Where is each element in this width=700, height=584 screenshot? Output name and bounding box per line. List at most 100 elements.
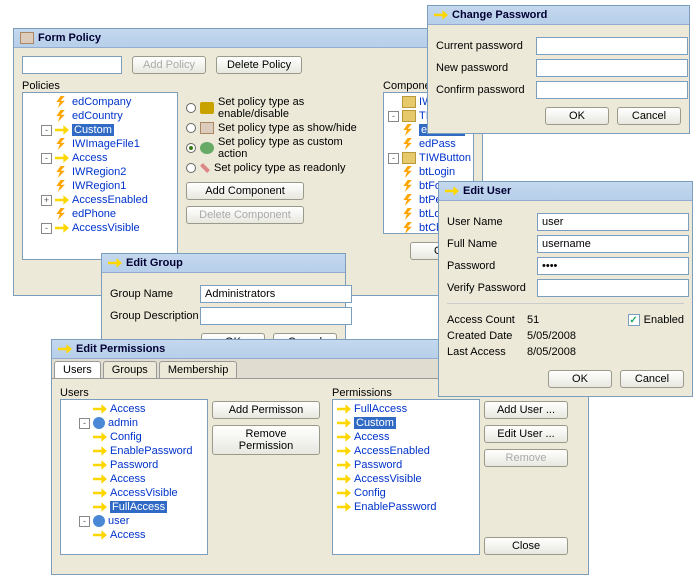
form-icon	[20, 32, 34, 44]
tree-item[interactable]: Password	[63, 458, 205, 472]
key-icon	[93, 487, 107, 499]
policies-label: Policies	[22, 80, 178, 92]
edit-user-button[interactable]: Edit User ...	[484, 425, 568, 443]
tab-groups[interactable]: Groups	[103, 361, 157, 378]
delete-component-button[interactable]: Delete Component	[186, 206, 304, 224]
tree-item[interactable]: + AccessEnabled	[25, 193, 175, 207]
tab-users[interactable]: Users	[54, 361, 101, 378]
tree-item[interactable]: IWRegion2	[25, 165, 175, 179]
expand-icon[interactable]: -	[79, 418, 90, 429]
change-password-ok-button[interactable]: OK	[545, 107, 609, 125]
expand-icon[interactable]: -	[388, 153, 399, 164]
group-desc-input[interactable]	[200, 307, 352, 325]
remove-user-button[interactable]: Remove	[484, 449, 568, 467]
key-icon	[93, 403, 107, 415]
tree-item[interactable]: Password	[335, 458, 477, 472]
tree-item[interactable]: IWRegion1	[25, 179, 175, 193]
policies-tree[interactable]: edCompanyedCountry-CustomIWImageFile1-Ac…	[22, 92, 178, 260]
key-icon	[108, 257, 122, 269]
full-name-input[interactable]	[537, 235, 689, 253]
tree-item[interactable]: - TIWButton	[386, 151, 471, 165]
tree-item[interactable]: -user	[63, 514, 205, 528]
new-password-label: New password	[436, 62, 536, 74]
bolt-icon	[402, 138, 416, 150]
tree-item-label: FullAccess	[354, 403, 407, 415]
radio-custom-action[interactable]: Set policy type as custom action	[186, 136, 375, 160]
tree-item-label: AccessEnabled	[72, 194, 148, 206]
bolt-icon	[55, 180, 69, 192]
key-icon	[55, 124, 69, 136]
edit-user-ok-button[interactable]: OK	[548, 370, 612, 388]
tree-item[interactable]: -admin	[63, 416, 205, 430]
enabled-checkbox[interactable]: ✓	[628, 314, 640, 326]
tree-item[interactable]: edCompany	[25, 95, 175, 109]
permissions-tree[interactable]: FullAccessCustomAccessAccessEnabledPassw…	[332, 399, 480, 555]
tree-item[interactable]: edPass	[386, 137, 471, 151]
add-policy-button[interactable]: Add Policy	[132, 56, 206, 74]
delete-policy-button[interactable]: Delete Policy	[216, 56, 302, 74]
new-password-input[interactable]	[536, 59, 688, 77]
form-icon	[200, 122, 214, 134]
tree-item[interactable]: EnablePassword	[63, 444, 205, 458]
tree-item[interactable]: -AccessVisible	[25, 221, 175, 235]
tree-item[interactable]: Access	[63, 472, 205, 486]
tree-item[interactable]: FullAccess	[63, 500, 205, 514]
confirm-password-label: Confirm password	[436, 84, 536, 96]
password-input[interactable]	[537, 257, 689, 275]
change-password-title: Change Password	[452, 9, 547, 21]
radio-show-hide[interactable]: Set policy type as show/hide	[186, 122, 375, 134]
add-user-button[interactable]: Add User ...	[484, 401, 568, 419]
current-password-input[interactable]	[536, 37, 688, 55]
expand-icon[interactable]: -	[388, 111, 399, 122]
key-icon	[93, 529, 107, 541]
add-permission-button[interactable]: Add Permisson	[212, 401, 320, 419]
tree-item[interactable]: FullAccess	[335, 402, 477, 416]
change-password-cancel-button[interactable]: Cancel	[617, 107, 681, 125]
expand-icon[interactable]: -	[41, 125, 52, 136]
confirm-password-input[interactable]	[536, 81, 688, 99]
expand-icon[interactable]: +	[41, 195, 52, 206]
bolt-icon	[402, 124, 416, 136]
user-name-input[interactable]	[537, 213, 689, 231]
tree-item[interactable]: AccessEnabled	[335, 444, 477, 458]
tree-item[interactable]: Config	[335, 486, 477, 500]
tab-membership[interactable]: Membership	[159, 361, 238, 378]
access-count-value: 51	[527, 314, 539, 326]
tree-item-label: Password	[354, 459, 402, 471]
tree-item[interactable]: IWImageFile1	[25, 137, 175, 151]
folder-icon	[402, 110, 416, 122]
tree-item[interactable]: AccessVisible	[335, 472, 477, 486]
tree-item[interactable]: Config	[63, 430, 205, 444]
tree-item-label: edPhone	[72, 208, 116, 220]
verify-password-input[interactable]	[537, 279, 689, 297]
user-icon	[93, 417, 105, 429]
expand-icon[interactable]: -	[41, 153, 52, 164]
users-tree[interactable]: Access-adminConfigEnablePasswordPassword…	[60, 399, 208, 555]
tree-item[interactable]: Access	[335, 430, 477, 444]
tree-item[interactable]: Custom	[335, 416, 477, 430]
bolt-icon	[55, 166, 69, 178]
radio-enable-disable[interactable]: Set policy type as enable/disable	[186, 96, 375, 120]
tree-item[interactable]: EnablePassword	[335, 500, 477, 514]
gear-icon	[200, 142, 214, 154]
radio-readonly[interactable]: Set policy type as readonly	[186, 162, 375, 174]
add-component-button[interactable]: Add Component	[186, 182, 304, 200]
tree-item[interactable]: -Custom	[25, 123, 175, 137]
edit-user-cancel-button[interactable]: Cancel	[620, 370, 684, 388]
group-name-input[interactable]	[200, 285, 352, 303]
tree-item[interactable]: Access	[63, 528, 205, 542]
tree-item[interactable]: btLogin	[386, 165, 471, 179]
tree-item[interactable]: Access	[63, 402, 205, 416]
tree-item[interactable]: edCountry	[25, 109, 175, 123]
expand-icon[interactable]: -	[41, 223, 52, 234]
policy-name-input[interactable]	[22, 56, 122, 74]
expand-icon[interactable]: -	[79, 516, 90, 527]
tree-item-label: TIWButton	[419, 152, 471, 164]
remove-permission-button[interactable]: Remove Permission	[212, 425, 320, 455]
tree-item[interactable]: edPhone	[25, 207, 175, 221]
tree-item-label: AccessVisible	[110, 487, 178, 499]
tree-item[interactable]: -Access	[25, 151, 175, 165]
password-label: Password	[447, 260, 537, 272]
close-button[interactable]: Close	[484, 537, 568, 555]
tree-item[interactable]: AccessVisible	[63, 486, 205, 500]
